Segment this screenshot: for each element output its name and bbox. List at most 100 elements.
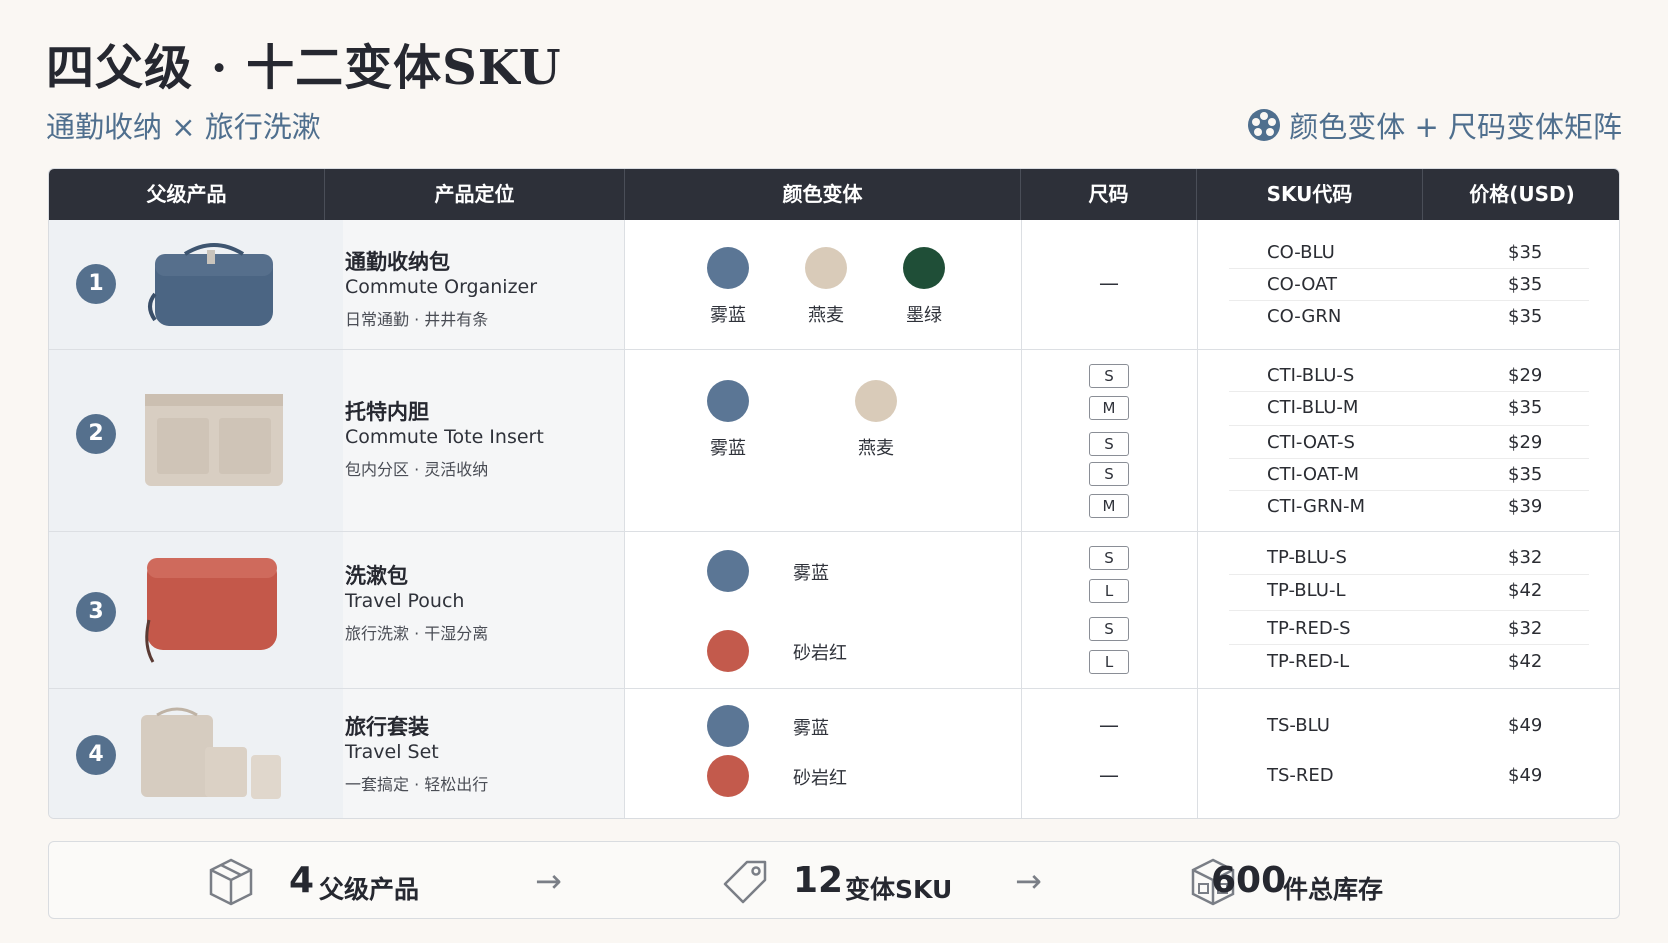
sku-price: $29 (1508, 365, 1543, 386)
sku-code[interactable]: TP-BLU-L (1267, 580, 1346, 601)
sku-code[interactable]: CO-GRN (1267, 306, 1341, 327)
matrix-subtitle: 颜色变体 + 尺码变体矩阵 (1247, 104, 1622, 146)
product-name-cn: 通勤收纳包 (345, 250, 450, 274)
color-label: 砂岩红 (793, 643, 847, 664)
sku-code[interactable]: CTI-GRN-M (1267, 496, 1365, 517)
table-row[interactable]: 2 托特内胆 Commute Tote Insert 包内分区 · 灵活收纳 雾… (49, 350, 1619, 532)
size-none: — (1099, 271, 1119, 295)
sku-price: $35 (1508, 274, 1543, 295)
beige-travel-set-image (141, 707, 281, 799)
row-number-badge: 3 (76, 592, 116, 632)
arrow-icon: → (535, 862, 562, 900)
sku-code[interactable]: CTI-BLU-S (1267, 365, 1354, 386)
size-box[interactable]: S (1089, 546, 1129, 570)
table-row[interactable]: 4 旅行套装 Travel Set 一套搞定 · 轻松出行 雾蓝 砂岩红 — —… (49, 689, 1619, 818)
product-desc: 旅行洗漱 · 干湿分离 (345, 624, 489, 643)
sku-price: $39 (1508, 496, 1543, 517)
product-desc: 一套搞定 · 轻松出行 (345, 775, 489, 794)
summary-skus-count: 12 (793, 860, 844, 901)
row-number-badge: 1 (76, 264, 116, 304)
color-swatch-forest-green[interactable] (903, 247, 945, 289)
color-swatch-mist-blue[interactable] (707, 550, 749, 592)
size-box[interactable]: M (1089, 396, 1129, 420)
sku-price: $35 (1508, 306, 1543, 327)
color-label: 砂岩红 (793, 768, 847, 789)
sku-price: $42 (1508, 651, 1543, 672)
sku-code[interactable]: TS-BLU (1267, 715, 1330, 736)
table-row[interactable]: 1 通勤收纳包 Commute Organizer 日常通勤 · 井井有条 雾蓝… (49, 220, 1619, 350)
sku-code[interactable]: TP-RED-L (1267, 651, 1349, 672)
color-label: 雾蓝 (710, 438, 746, 459)
summary-stock-label: 件总库存 (1283, 875, 1384, 904)
col-header-parent: 父级产品 (49, 169, 325, 220)
sku-code[interactable]: CTI-OAT-S (1267, 432, 1355, 453)
page-title: 四父级 · 十二变体SKU (46, 40, 562, 96)
sku-code[interactable]: TP-BLU-S (1267, 547, 1347, 568)
color-label: 燕麦 (858, 438, 894, 459)
page-subtitle: 通勤收纳 × 旅行洗漱 (46, 110, 321, 144)
color-swatch-mist-blue[interactable] (707, 247, 749, 289)
size-none: — (1099, 713, 1119, 737)
sku-price: $35 (1508, 397, 1543, 418)
product-name-cn: 洗漱包 (345, 564, 408, 588)
col-header-positioning: 产品定位 (325, 169, 625, 220)
color-swatch-mist-blue[interactable] (707, 380, 749, 422)
sku-code[interactable]: CO-OAT (1267, 274, 1337, 295)
sku-matrix-table: 父级产品 产品定位 颜色变体 尺码 SKU代码 价格(USD) 1 通勤收纳包 … (48, 168, 1620, 819)
summary-bar: 4 父级产品 → 12 变体SKU → 600 件总库存 (48, 841, 1620, 919)
matrix-subtitle-text: 颜色变体 + 尺码变体矩阵 (1289, 110, 1622, 144)
product-name-en: Travel Set (345, 741, 439, 763)
arrow-icon: → (1015, 862, 1042, 900)
product-desc: 日常通勤 · 井井有条 (345, 310, 489, 329)
color-label: 雾蓝 (793, 563, 829, 584)
sku-code[interactable]: TS-RED (1267, 765, 1334, 786)
sku-price: $35 (1508, 242, 1543, 263)
sku-price: $49 (1508, 715, 1543, 736)
box-icon (209, 858, 253, 906)
sku-price: $29 (1508, 432, 1543, 453)
color-swatch-sandstone-red[interactable] (707, 630, 749, 672)
sku-code[interactable]: CTI-BLU-M (1267, 397, 1358, 418)
sku-price: $49 (1508, 765, 1543, 786)
size-box[interactable]: S (1089, 364, 1129, 388)
color-label: 雾蓝 (793, 718, 829, 739)
summary-parents-label: 父级产品 (319, 875, 420, 904)
product-name-en: Commute Organizer (345, 276, 538, 298)
row-number-badge: 4 (76, 735, 116, 775)
tag-icon (723, 860, 767, 904)
size-box[interactable]: S (1089, 617, 1129, 641)
red-travel-pouch-image (145, 558, 277, 663)
size-box[interactable]: S (1089, 462, 1129, 486)
product-name-en: Travel Pouch (345, 590, 465, 612)
size-box[interactable]: L (1089, 579, 1129, 603)
sku-code[interactable]: TP-RED-S (1267, 618, 1351, 639)
palette-icon (1248, 109, 1281, 141)
size-box[interactable]: M (1089, 494, 1129, 518)
row-number-badge: 2 (76, 414, 116, 454)
color-swatch-mist-blue[interactable] (707, 705, 749, 747)
product-name-cn: 托特内胆 (345, 400, 429, 424)
summary-parents-count: 4 (289, 860, 315, 901)
table-header: 父级产品 产品定位 颜色变体 尺码 SKU代码 价格(USD) (49, 169, 1619, 220)
size-none: — (1099, 763, 1119, 787)
size-box[interactable]: S (1089, 432, 1129, 456)
color-label: 燕麦 (808, 305, 844, 326)
sku-price: $32 (1508, 547, 1543, 568)
summary-stock-count: 600 (1211, 860, 1287, 901)
color-label: 雾蓝 (710, 305, 746, 326)
color-swatch-oat[interactable] (855, 380, 897, 422)
color-label: 墨绿 (906, 305, 942, 326)
sku-code[interactable]: CO-BLU (1267, 242, 1335, 263)
product-name-cn: 旅行套装 (345, 715, 429, 739)
product-desc: 包内分区 · 灵活收纳 (345, 460, 489, 479)
sku-code[interactable]: CTI-OAT-M (1267, 464, 1359, 485)
summary-skus-label: 变体SKU (845, 875, 953, 904)
col-header-colors: 颜色变体 (625, 169, 1021, 220)
col-header-price: 价格(USD) (1469, 182, 1575, 206)
table-row[interactable]: 3 洗漱包 Travel Pouch 旅行洗漱 · 干湿分离 雾蓝 砂岩红 S … (49, 532, 1619, 689)
col-header-sku: SKU代码 (1197, 169, 1423, 220)
color-swatch-sandstone-red[interactable] (707, 755, 749, 797)
size-box[interactable]: L (1089, 650, 1129, 674)
beige-tote-insert-image (145, 394, 283, 486)
color-swatch-oat[interactable] (805, 247, 847, 289)
